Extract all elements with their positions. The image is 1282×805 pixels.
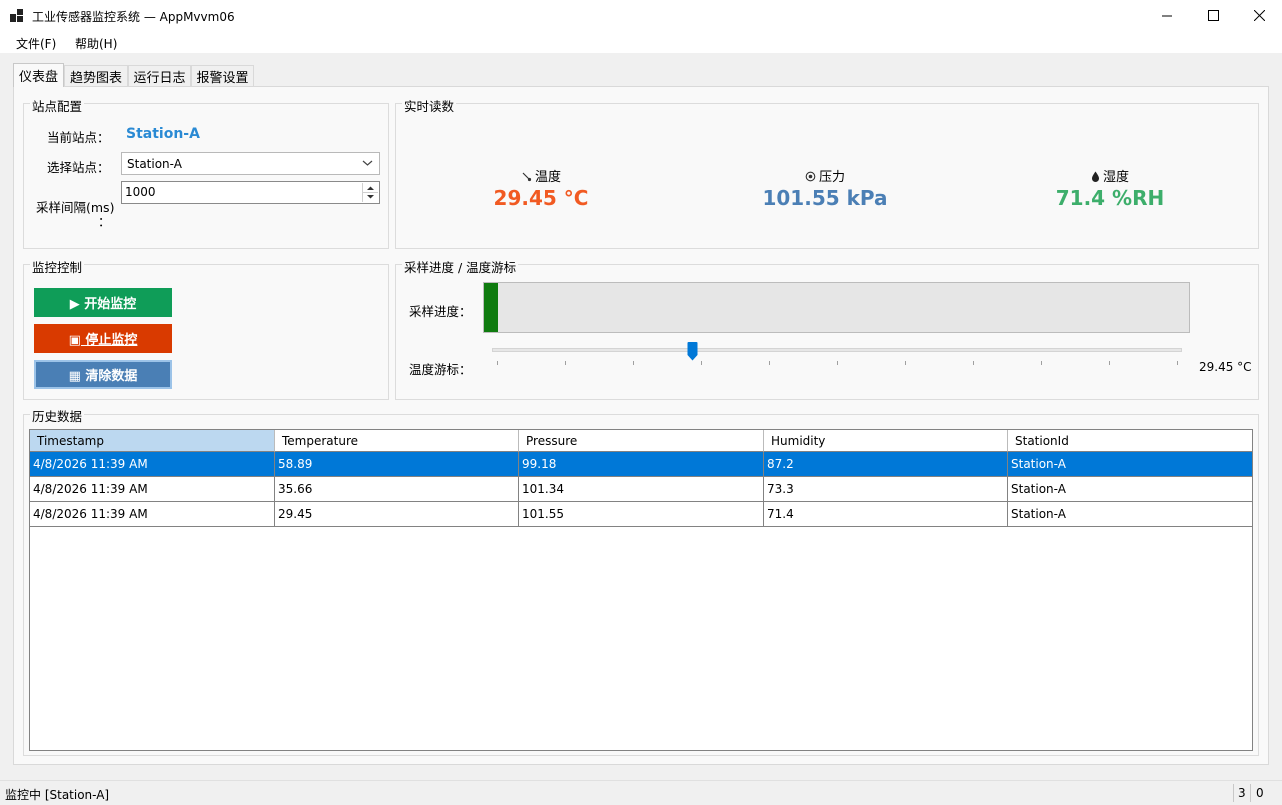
minimize-icon (1161, 15, 1172, 17)
menu-help[interactable]: 帮助(H) (75, 35, 117, 52)
sample-interval-input[interactable]: 1000 (121, 181, 380, 204)
slider-tick (1109, 361, 1110, 365)
cursor-value: 29.45 °C (1199, 360, 1252, 374)
table-cell: 73.3 (764, 477, 1008, 501)
tab-run-log[interactable]: 运行日志 (128, 65, 191, 86)
history-data-grid[interactable]: Timestamp Temperature Pressure Humidity … (29, 429, 1253, 751)
sample-interval-stepper[interactable] (362, 183, 378, 202)
sampling-progress-bar (483, 282, 1190, 333)
temperature-cursor-track[interactable] (492, 348, 1182, 352)
maximize-button[interactable] (1190, 0, 1236, 31)
status-text: 监控中 [Station-A] (5, 788, 110, 802)
pressure-value: 101.55 kPa (762, 186, 888, 210)
current-station-label: 当前站点： (47, 130, 110, 145)
station-config-title: 站点配置 (30, 96, 85, 115)
column-header-stationid[interactable]: StationId (1008, 430, 1252, 452)
table-row[interactable]: 4/8/2026 11:39 AM 58.89 99.18 87.2 Stati… (30, 452, 1252, 477)
history-title: 历史数据 (30, 406, 85, 425)
readings-title: 实时读数 (402, 96, 457, 115)
progress-cursor-title: 采样进度 / 温度游标 (402, 257, 519, 276)
sample-interval-value: 1000 (125, 185, 156, 199)
stop-monitor-button[interactable]: ▣ 停止监控 (34, 324, 172, 353)
table-cell: 35.66 (275, 477, 519, 501)
station-select-value: Station-A (127, 157, 182, 171)
cursor-label: 温度游标： (409, 362, 472, 377)
temperature-value: 29.45 °C (493, 186, 589, 210)
temperature-label: 温度 (521, 166, 561, 185)
station-select[interactable]: Station-A (121, 152, 380, 175)
clear-data-button[interactable]: ▦ 清除数据 (34, 360, 172, 389)
stepper-up-icon[interactable] (367, 186, 374, 191)
table-cell: Station-A (1011, 457, 1066, 471)
slider-tick (973, 361, 974, 365)
current-station-value: Station-A (126, 126, 200, 142)
close-icon (1253, 10, 1265, 21)
menu-bar (0, 31, 1282, 53)
slider-tick (565, 361, 566, 365)
progress-label: 采样进度： (409, 304, 472, 319)
start-monitor-button[interactable]: ▶ 开始监控 (34, 288, 172, 317)
status-separator (1250, 784, 1251, 802)
sample-interval-label-colon: ： (98, 214, 111, 229)
tab-alarm-settings[interactable]: 报警设置 (191, 65, 254, 86)
table-cell: 4/8/2026 11:39 AM (30, 477, 275, 501)
droplet-icon (1091, 171, 1099, 182)
slider-tick (497, 361, 498, 365)
slider-tick (837, 361, 838, 365)
table-cell: Station-A (1011, 482, 1066, 496)
table-row[interactable]: 4/8/2026 11:39 AM 35.66 101.34 73.3 Stat… (30, 477, 1252, 502)
status-error-count: 0 (1256, 786, 1264, 800)
slider-tick (1177, 361, 1178, 365)
table-cell: Station-A (1011, 507, 1066, 521)
close-button[interactable] (1236, 0, 1282, 31)
tab-dashboard[interactable]: 仪表盘 (13, 63, 64, 87)
minimize-button[interactable] (1144, 0, 1190, 31)
table-row[interactable]: 4/8/2026 11:39 AM 29.45 101.55 71.4 Stat… (30, 502, 1252, 527)
station-config-group (23, 103, 389, 249)
table-cell: 4/8/2026 11:39 AM (30, 452, 275, 476)
app-icon (10, 9, 23, 22)
table-cell: 4/8/2026 11:39 AM (30, 502, 275, 526)
stepper-down-icon[interactable] (367, 195, 374, 199)
table-cell: 71.4 (764, 502, 1008, 526)
temperature-cursor-thumb[interactable] (687, 342, 698, 361)
window-title: 工业传感器监控系统 — AppMvvm06 (32, 10, 235, 24)
column-header-pressure[interactable]: Pressure (519, 430, 764, 452)
select-station-label: 选择站点： (47, 160, 110, 175)
sampling-progress-fill (484, 283, 499, 332)
status-separator (1233, 784, 1234, 802)
thermometer-icon (522, 172, 532, 182)
status-bar: 监控中 [Station-A] 3 0 (0, 780, 1282, 805)
humidity-label: 湿度 (1091, 166, 1129, 185)
table-cell: 58.89 (275, 452, 519, 476)
humidity-value: 71.4 %RH (1055, 186, 1165, 210)
table-cell: 87.2 (764, 452, 1008, 476)
column-header-humidity[interactable]: Humidity (764, 430, 1008, 452)
slider-tick (701, 361, 702, 365)
menu-file[interactable]: 文件(F) (16, 35, 56, 52)
pressure-label: 压力 (805, 166, 845, 185)
tab-trend-chart[interactable]: 趋势图表 (64, 65, 128, 86)
maximize-icon (1207, 10, 1219, 21)
table-cell: 29.45 (275, 502, 519, 526)
table-cell: 101.34 (519, 477, 764, 501)
column-header-temperature[interactable]: Temperature (275, 430, 519, 452)
gauge-icon (805, 171, 816, 182)
status-record-count: 3 (1238, 786, 1246, 800)
column-header-timestamp[interactable]: Timestamp (30, 430, 275, 452)
table-cell: 101.55 (519, 502, 764, 526)
monitor-control-title: 监控控制 (30, 257, 85, 276)
slider-tick (769, 361, 770, 365)
chevron-down-icon (362, 160, 373, 166)
slider-tick (1041, 361, 1042, 365)
slider-tick (633, 361, 634, 365)
table-cell: 99.18 (519, 452, 764, 476)
slider-tick (905, 361, 906, 365)
